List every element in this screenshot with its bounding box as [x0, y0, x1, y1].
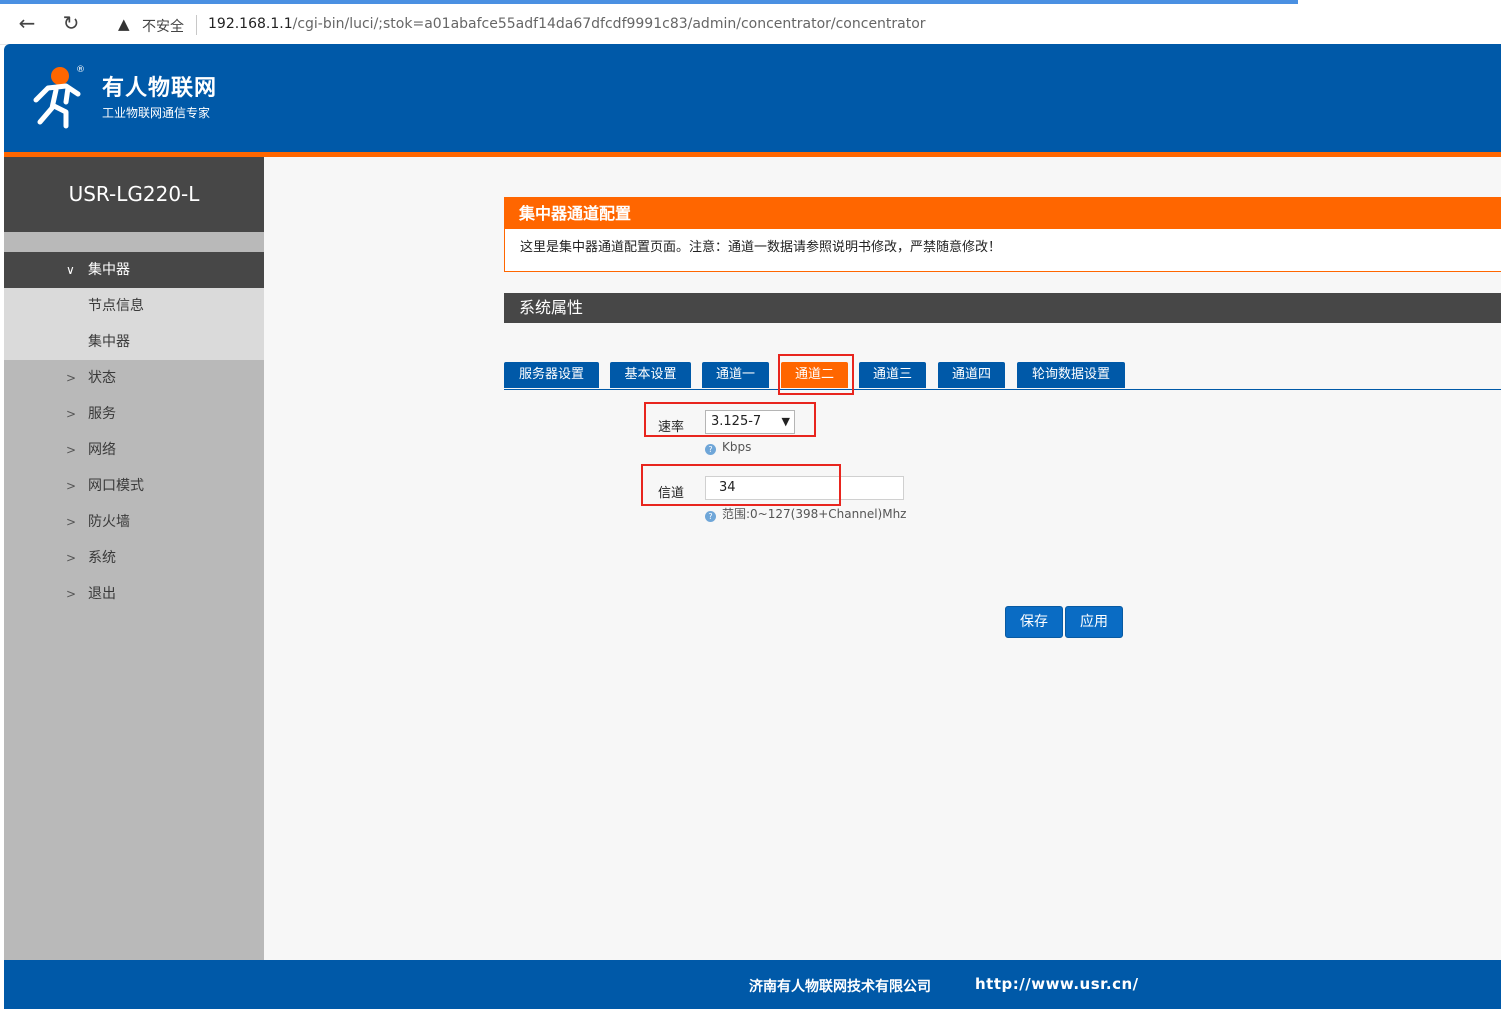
main-content: 集中器通道配置 这里是集中器通道配置页面。注意：通道一数据请参照说明书修改，严禁… [264, 157, 1501, 960]
sidebar-item-label: 集中器 [88, 334, 130, 350]
sidebar-subitem-node-info[interactable]: 节点信息 [4, 288, 264, 324]
sidebar-menu: ∨ 集中器 节点信息 集中器 > 状态 > 服务 > 网络 > 网口模式 > 防… [4, 252, 264, 612]
reload-icon[interactable]: ↻ [58, 10, 84, 36]
chevron-right-icon: > [66, 515, 77, 529]
sidebar-item-status[interactable]: > 状态 [4, 360, 264, 396]
chevron-right-icon: > [66, 551, 77, 565]
sidebar-item-label: 节点信息 [88, 298, 144, 314]
loading-progress-bar [0, 0, 1298, 4]
section-title: 系统属性 [504, 293, 1501, 323]
sidebar-item-logout[interactable]: > 退出 [4, 576, 264, 612]
tab-bar: 服务器设置 基本设置 通道一 通道二 通道三 通道四 轮询数据设置 [504, 360, 1501, 390]
sidebar-item-firewall[interactable]: > 防火墙 [4, 504, 264, 540]
sidebar-item-services[interactable]: > 服务 [4, 396, 264, 432]
address-divider [196, 15, 197, 35]
sidebar-item-label: 集中器 [88, 262, 130, 278]
footer-url-link[interactable]: http://www.usr.cn/ [975, 975, 1139, 993]
chevron-right-icon: > [66, 371, 77, 385]
brand-slogan: 工业物联网通信专家 [102, 106, 211, 120]
url-text[interactable]: 192.168.1.1/cgi-bin/luci/;stok=a01abafce… [208, 16, 926, 32]
channel-hint-text: 范围:0~127(398+Channel)Mhz [722, 507, 907, 521]
svg-text:®: ® [76, 65, 85, 75]
sidebar-item-label: 退出 [88, 586, 116, 602]
notice-panel: 集中器通道配置 这里是集中器通道配置页面。注意：通道一数据请参照说明书修改，严禁… [504, 197, 1501, 272]
save-button[interactable]: 保存 [1005, 606, 1063, 638]
rate-select-value: 3.125-7 [711, 414, 762, 429]
chevron-right-icon: > [66, 587, 77, 601]
tab-server-settings[interactable]: 服务器设置 [504, 362, 599, 388]
sidebar-item-label: 状态 [88, 370, 116, 386]
usr-logo-icon: ® [33, 65, 85, 129]
security-status[interactable]: 不安全 [142, 16, 184, 36]
sidebar-item-system[interactable]: > 系统 [4, 540, 264, 576]
sidebar-item-label: 服务 [88, 406, 116, 422]
page-footer: 济南有人物联网技术有限公司 http://www.usr.cn/ [4, 960, 1501, 1009]
help-icon: ? [705, 511, 716, 522]
rate-label: 速率 [658, 420, 685, 435]
sidebar-item-label: 网口模式 [88, 478, 144, 494]
sidebar-item-label: 系统 [88, 550, 116, 566]
sidebar-item-label: 防火墙 [88, 514, 130, 530]
tab-channel-2[interactable]: 通道二 [781, 362, 848, 388]
url-host: 192.168.1.1 [208, 16, 293, 32]
chevron-down-icon: ▼ [781, 415, 790, 428]
tab-channel-4[interactable]: 通道四 [938, 362, 1005, 388]
channel-hint: ? 范围:0~127(398+Channel)Mhz [705, 505, 906, 522]
sidebar-item-concentrator[interactable]: ∨ 集中器 [4, 252, 264, 288]
chevron-right-icon: > [66, 479, 77, 493]
sidebar: USR-LG220-L ∨ 集中器 节点信息 集中器 > 状态 > 服务 > 网… [4, 157, 264, 960]
tab-channel-1[interactable]: 通道一 [702, 362, 769, 388]
help-icon: ? [705, 444, 716, 455]
chevron-right-icon: > [66, 407, 77, 421]
sidebar-item-label: 网络 [88, 442, 116, 458]
url-path: /cgi-bin/luci/;stok=a01abafce55adf14da67… [292, 16, 926, 32]
rate-hint: ? Kbps [705, 440, 751, 455]
notice-title: 集中器通道配置 [505, 198, 1501, 229]
app-header: ® 有人物联网 工业物联网通信专家 [4, 44, 1501, 152]
warning-icon[interactable]: ▲ [118, 15, 130, 33]
sidebar-subitem-concentrator[interactable]: 集中器 [4, 324, 264, 360]
address-bar[interactable]: ▲ 不安全 192.168.1.1/cgi-bin/luci/;stok=a01… [100, 9, 1501, 41]
brand-name: 有人物联网 [102, 76, 218, 101]
notice-text: 这里是集中器通道配置页面。注意：通道一数据请参照说明书修改，严禁随意修改！ [520, 240, 1002, 255]
back-icon[interactable]: ← [14, 10, 40, 36]
chevron-down-icon: ∨ [66, 263, 75, 277]
rate-hint-text: Kbps [722, 440, 752, 454]
device-name: USR-LG220-L [4, 157, 264, 232]
tab-basic-settings[interactable]: 基本设置 [610, 362, 691, 388]
channel-input[interactable]: 34 [705, 476, 904, 500]
sidebar-item-port-mode[interactable]: > 网口模式 [4, 468, 264, 504]
footer-company: 济南有人物联网技术有限公司 [749, 979, 931, 995]
apply-button[interactable]: 应用 [1065, 606, 1123, 638]
sidebar-item-network[interactable]: > 网络 [4, 432, 264, 468]
browser-toolbar: ← ↻ ▲ 不安全 192.168.1.1/cgi-bin/luci/;stok… [0, 0, 1501, 45]
tab-polling-data-settings[interactable]: 轮询数据设置 [1017, 362, 1125, 388]
chevron-right-icon: > [66, 443, 77, 457]
rate-select[interactable]: 3.125-7 ▼ [705, 410, 795, 434]
channel-label: 信道 [658, 486, 685, 501]
tab-channel-3[interactable]: 通道三 [859, 362, 926, 388]
